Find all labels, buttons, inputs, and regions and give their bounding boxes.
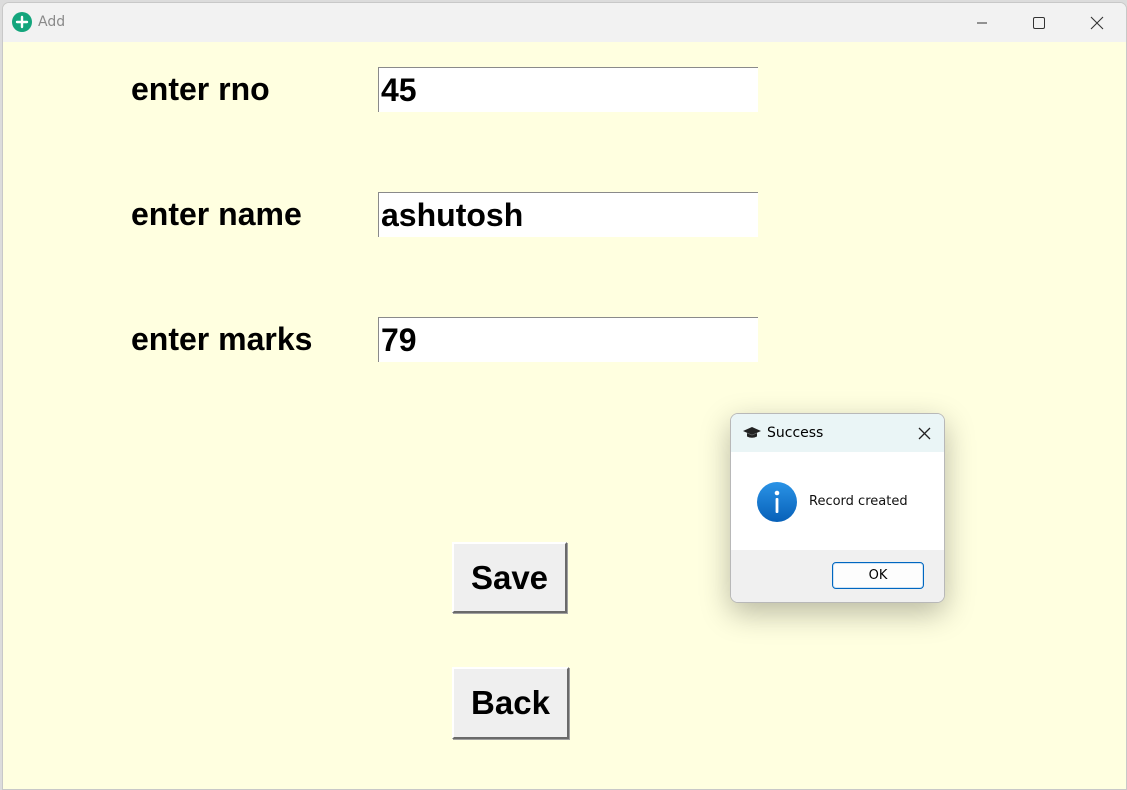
- save-button[interactable]: Save: [452, 542, 567, 613]
- main-window: Add enter rno enter name enter marks Sav…: [2, 2, 1127, 790]
- name-input[interactable]: [378, 192, 758, 237]
- title-bar[interactable]: Add: [3, 3, 1126, 42]
- success-dialog: Success Record created OK: [730, 413, 945, 603]
- minimize-icon: [977, 22, 987, 23]
- marks-input[interactable]: [378, 317, 758, 362]
- ok-button[interactable]: OK: [832, 562, 924, 589]
- close-button[interactable]: [1068, 3, 1126, 42]
- name-label: enter name: [131, 196, 302, 232]
- rno-label: enter rno: [131, 71, 270, 107]
- dialog-close-button[interactable]: [914, 423, 934, 443]
- graduation-cap-icon: [743, 427, 761, 438]
- dialog-title: Success: [767, 425, 824, 441]
- minimize-button[interactable]: [953, 3, 1011, 42]
- add-circle-icon: [12, 12, 32, 32]
- maximize-icon: [1033, 16, 1045, 29]
- dialog-footer: OK: [731, 550, 944, 602]
- close-icon: [918, 427, 930, 439]
- back-button[interactable]: Back: [452, 667, 569, 739]
- dialog-title-bar[interactable]: Success: [731, 414, 944, 452]
- info-icon: [757, 482, 797, 522]
- close-icon: [1090, 16, 1104, 29]
- dialog-message: Record created: [809, 494, 908, 509]
- marks-label: enter marks: [131, 321, 313, 357]
- rno-input[interactable]: [378, 67, 758, 112]
- maximize-button[interactable]: [1010, 3, 1068, 42]
- window-title: Add: [38, 14, 66, 30]
